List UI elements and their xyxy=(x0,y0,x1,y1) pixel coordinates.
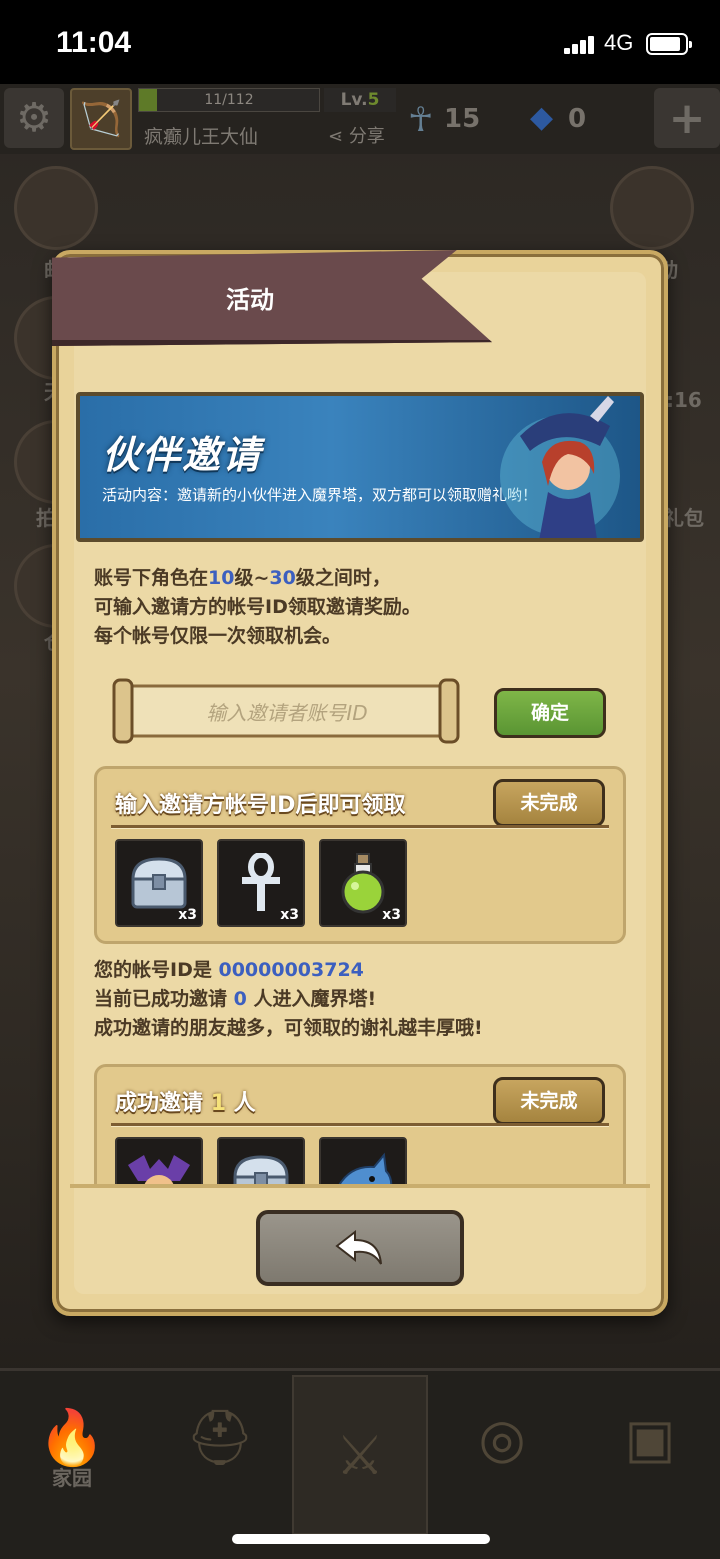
signal-icon xyxy=(564,36,596,54)
desc-text: 级之间时， xyxy=(295,567,391,589)
invite-tip: 成功邀请的朋友越多，可领取的谢礼越丰厚哦! xyxy=(94,1017,483,1039)
crossed-swords-icon[interactable]: ⚔ xyxy=(292,1375,428,1535)
gem-count: 0 xyxy=(568,104,587,134)
home-indicator xyxy=(232,1534,490,1544)
invited-count-line: 当前已成功邀请 0 人进入魔界塔! xyxy=(94,985,614,1014)
desc-text: 账号下角色在 xyxy=(94,567,209,589)
share-icon: ⋖ xyxy=(328,126,349,147)
inviter-id-input[interactable] xyxy=(142,692,432,734)
reward-slot[interactable] xyxy=(319,1137,407,1186)
reward-slot[interactable] xyxy=(115,1137,203,1186)
invite-banner: 伙伴邀请 活动内容：邀请新的小伙伴进入魔界塔，双方都可以领取赠礼哟！ xyxy=(76,392,644,542)
ankh-count: 15 xyxy=(444,104,481,134)
back-button[interactable] xyxy=(256,1210,464,1286)
reward-slot[interactable] xyxy=(217,1137,305,1186)
level-max: 30 xyxy=(269,567,296,589)
task-title: 成功邀请 1 人 xyxy=(115,1085,256,1117)
bat-hero-icon xyxy=(128,1155,190,1186)
side-label-gift: 礼包 xyxy=(664,506,704,530)
task-title-pre: 成功邀请 xyxy=(115,1091,204,1116)
task-scroll-area[interactable]: 成功邀请 1 人 未完成 xyxy=(70,1060,650,1186)
treasure-chest-icon[interactable]: ▣ xyxy=(600,1388,700,1488)
task-title: 输入邀请方帐号ID后即可领取 xyxy=(115,793,406,818)
task-status-button[interactable]: 未完成 xyxy=(493,1077,605,1125)
xp-text: 11/112 xyxy=(204,92,254,108)
desc-text: 级~ xyxy=(234,567,270,589)
mage-girl-icon xyxy=(500,396,620,538)
share-label: 分享 xyxy=(348,126,385,147)
target-icon[interactable]: ◎ xyxy=(452,1388,552,1488)
invite-description: 账号下角色在10级~30级之间时， 可输入邀请方的帐号ID领取邀请奖励。 每个帐… xyxy=(94,564,614,651)
banner-subtitle: 活动内容：邀请新的小伙伴进入魔界塔，双方都可以领取赠礼哟！ xyxy=(102,486,538,504)
side-label-timer: :16 xyxy=(666,388,702,412)
ankh-icon: ☥ xyxy=(408,100,434,140)
invited-count: 0 xyxy=(233,988,247,1010)
player-name: 疯癫儿王大仙 xyxy=(144,126,259,148)
share-button[interactable]: ⋖ 分享 xyxy=(328,122,385,148)
desc-line-2: 可输入邀请方的帐号ID领取邀请奖励。 xyxy=(94,596,421,618)
reward-slot[interactable]: x3 xyxy=(217,839,305,927)
ankh-icon xyxy=(242,853,280,911)
hero-portrait[interactable]: 🏹 xyxy=(70,88,132,150)
invited-post: 人进入魔界塔! xyxy=(253,988,377,1010)
desc-line-3: 每个帐号仅限一次领取机会。 xyxy=(94,625,342,647)
task-status-button[interactable]: 未完成 xyxy=(493,779,605,827)
scroll-area-edge xyxy=(70,1184,650,1188)
back-arrow-icon xyxy=(335,1230,382,1265)
silver-chest-icon xyxy=(233,1155,289,1186)
green-potion-icon xyxy=(341,853,385,914)
task-divider xyxy=(111,1123,609,1127)
desc-line-1: 账号下角色在10级~30级之间时， xyxy=(94,564,614,593)
account-id-line: 您的帐号ID是 00000003724 xyxy=(94,956,614,985)
level-prefix: Lv. xyxy=(340,90,368,110)
xp-bar: 11/112 xyxy=(138,88,320,112)
reward-slot[interactable]: x3 xyxy=(115,839,203,927)
reward-slot[interactable]: x3 xyxy=(319,839,407,927)
task-title-post: 人 xyxy=(233,1091,256,1116)
reward-count: x3 xyxy=(280,907,299,923)
account-info: 您的帐号ID是 00000003724 当前已成功邀请 0 人进入魔界塔! 成功… xyxy=(94,956,614,1043)
task-card-enter-id: 输入邀请方帐号ID后即可领取 未完成 x3 x3 x3 xyxy=(94,766,626,944)
shark-pet-icon xyxy=(337,1152,393,1186)
task-title-count: 1 xyxy=(210,1091,226,1116)
confirm-button[interactable]: 确定 xyxy=(494,688,606,738)
invited-pre: 当前已成功邀请 xyxy=(94,988,228,1010)
reward-count: x3 xyxy=(382,907,401,923)
level-badge: Lv.5 xyxy=(324,88,396,112)
task-card-invite-one: 成功邀请 1 人 未完成 xyxy=(94,1064,626,1186)
activity-gift-icon[interactable] xyxy=(610,166,694,250)
task-divider xyxy=(111,825,609,829)
nav-label-home: 家园 xyxy=(52,1466,92,1490)
add-currency-button[interactable]: + xyxy=(654,88,720,148)
banner-title: 伙伴邀请 xyxy=(102,433,263,477)
status-bar: 11:04 4G xyxy=(0,0,720,84)
mail-icon[interactable] xyxy=(14,166,98,250)
account-id-label: 您的帐号ID是 xyxy=(94,959,212,981)
gem-icon: ◆ xyxy=(530,100,554,135)
account-id-value: 00000003724 xyxy=(218,959,364,981)
knight-helmet-icon[interactable]: ⛑ xyxy=(170,1388,270,1488)
reward-count: x3 xyxy=(178,907,197,923)
battery-icon xyxy=(646,33,692,55)
network-type: 4G xyxy=(604,30,634,55)
level-min: 10 xyxy=(208,567,235,589)
status-time: 11:04 xyxy=(56,26,132,59)
dialog-title: 活动 xyxy=(226,286,274,314)
settings-gear-icon[interactable]: ⚙ xyxy=(4,88,64,148)
silver-chest-icon xyxy=(131,857,187,909)
level-number: 5 xyxy=(367,90,380,110)
